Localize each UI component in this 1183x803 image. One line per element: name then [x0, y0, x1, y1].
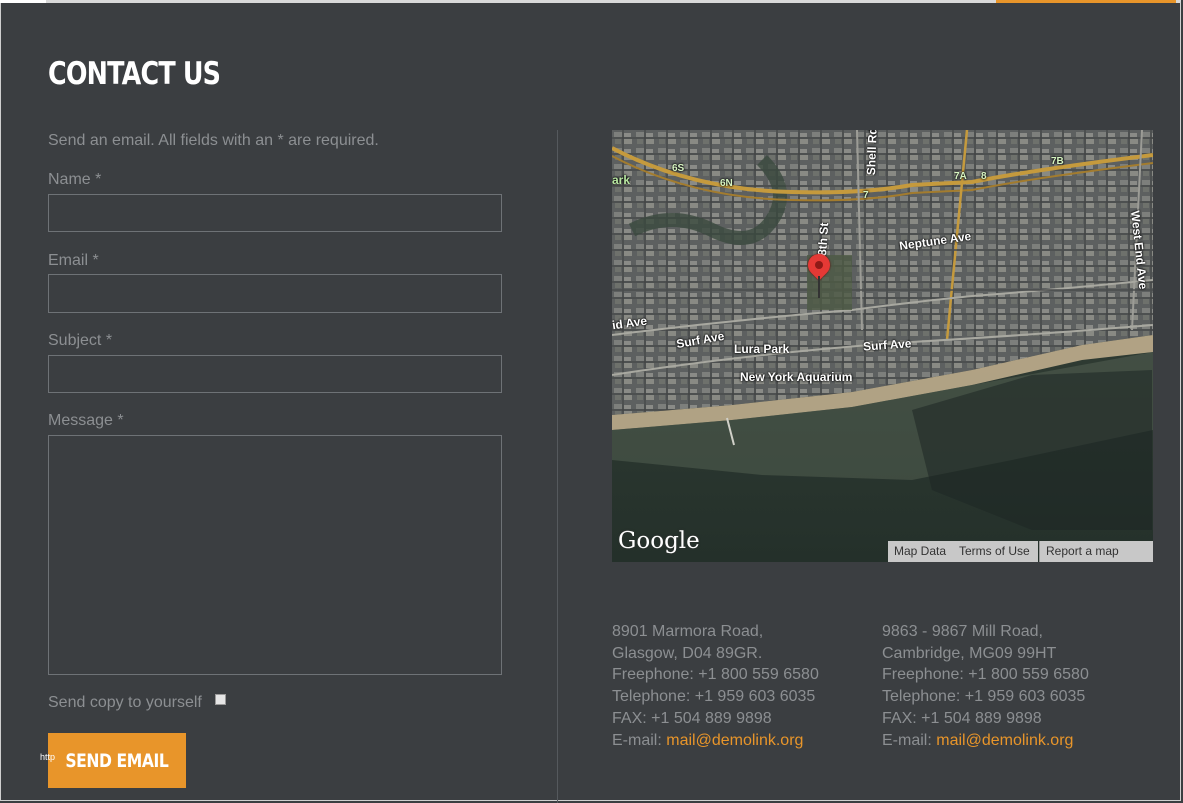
route-7: 7 — [863, 190, 869, 201]
route-8: 8 — [981, 171, 987, 182]
column-divider — [557, 130, 558, 803]
message-textarea[interactable] — [48, 435, 502, 675]
send-email-label: SEND EMAIL — [65, 749, 169, 772]
address-city: Cambridge, MG09 99HT — [882, 644, 1057, 662]
route-6n: 6N — [720, 178, 733, 189]
address-telephone: Telephone: +1 959 603 6035 — [882, 688, 1086, 706]
name-input[interactable] — [48, 194, 502, 232]
subject-label: Subject * — [48, 332, 113, 349]
address-email-row: E-mail: mail@demolink.org — [882, 730, 1089, 752]
address-street: 9863 - 9867 Mill Road, — [882, 623, 1043, 640]
address-email-row: E-mail: mail@demolink.org — [612, 730, 819, 752]
address-street: 8901 Marmora Road, — [612, 623, 764, 640]
map-label-lura-park: Lura Park — [734, 342, 790, 356]
google-logo: Google — [618, 528, 700, 554]
location-pin-stem — [818, 276, 820, 298]
email-input[interactable] — [48, 274, 502, 313]
page-title: CONTACT US — [48, 56, 221, 92]
subject-input[interactable] — [48, 355, 502, 393]
address-freephone: Freephone: +1 800 559 6580 — [882, 666, 1089, 684]
message-label: Message * — [48, 412, 124, 429]
address-block-glasgow: 8901 Marmora Road, Glasgow, D04 89GR. Fr… — [612, 621, 819, 751]
map-label-aquarium: New York Aquarium — [740, 370, 853, 384]
address-telephone: Telephone: +1 959 603 6035 — [612, 688, 816, 706]
address-fax: FAX: +1 504 889 9898 — [612, 709, 772, 727]
map-label-shell: Shell Rd — [864, 130, 880, 176]
address-freephone: Freephone: +1 800 559 6580 — [612, 666, 819, 684]
map-label-park: ark — [612, 173, 631, 187]
address-email-link[interactable]: mail@demolink.org — [666, 732, 803, 749]
send-email-button[interactable]: SEND EMAIL — [48, 733, 186, 788]
terms-of-use-link[interactable]: Terms of Use — [953, 541, 1038, 562]
email-label: Email * — [48, 252, 99, 269]
send-copy-label: Send copy to yourself — [48, 694, 202, 711]
map-data-link[interactable]: Map Data — [888, 541, 953, 562]
route-7b: 7B — [1051, 156, 1064, 167]
top-accent-bar — [996, 0, 1176, 3]
address-fax: FAX: +1 504 889 9898 — [882, 709, 1042, 727]
address-block-cambridge: 9863 - 9867 Mill Road, Cambridge, MG09 9… — [882, 621, 1089, 751]
address-email-label: E-mail: — [882, 731, 937, 749]
top-edge-mark — [0, 0, 46, 3]
send-copy-checkbox[interactable] — [215, 694, 226, 705]
name-label: Name * — [48, 171, 102, 188]
report-map-error-link[interactable]: Report a map error — [1039, 541, 1153, 562]
link-hint: http — [40, 752, 56, 762]
map-widget[interactable]: Neptune Ave Surf Ave Surf Ave Lura Park … — [612, 130, 1153, 562]
route-7a: 7A — [954, 171, 967, 182]
address-email-label: E-mail: — [612, 731, 667, 749]
form-intro: Send an email. All fields with an * are … — [48, 132, 379, 149]
address-city: Glasgow, D04 89GR. — [612, 644, 763, 662]
route-6s: 6S — [672, 163, 685, 174]
address-email-link[interactable]: mail@demolink.org — [936, 732, 1073, 749]
